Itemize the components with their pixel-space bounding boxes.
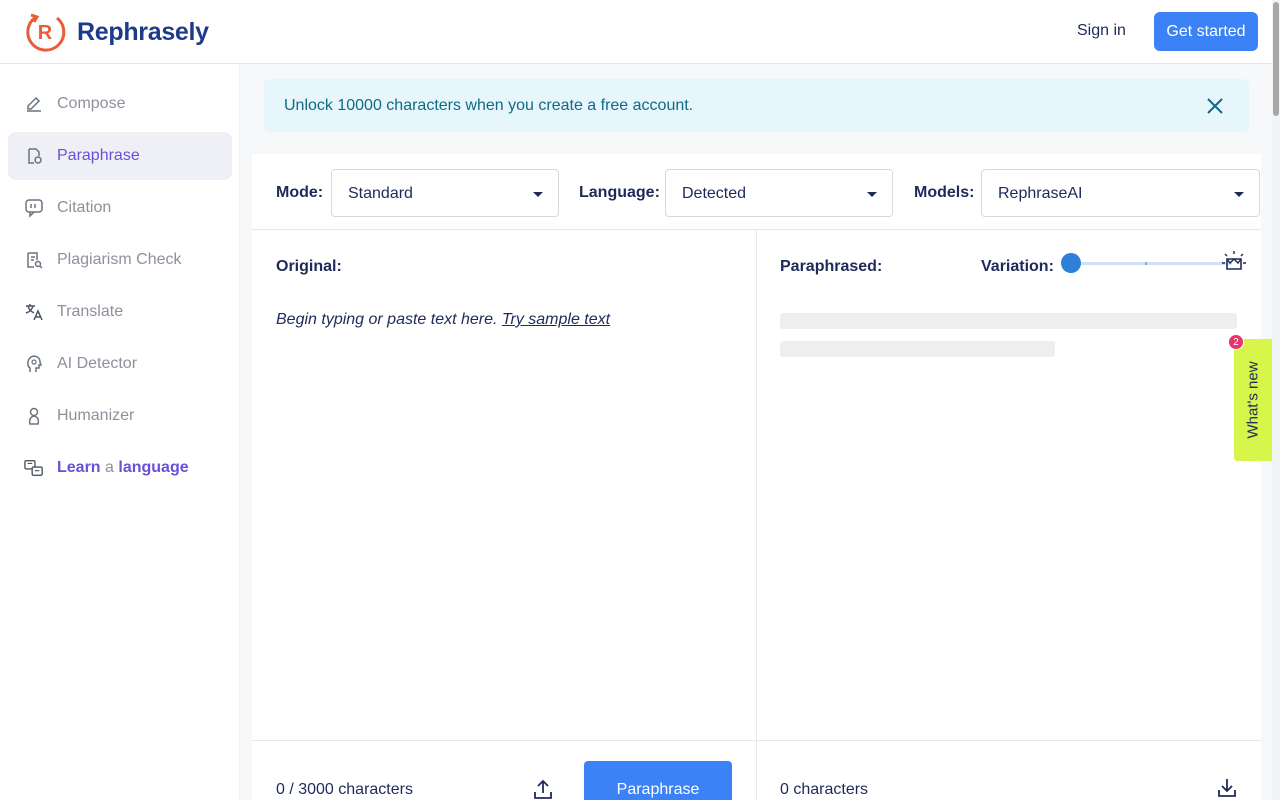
sidebar-item-translate[interactable]: Translate: [8, 288, 232, 336]
models-value: RephraseAI: [998, 185, 1083, 202]
footer-divider: [252, 740, 1261, 741]
sidebar: Compose Paraphrase Citation Plagiarism C…: [0, 64, 240, 800]
variation-label: Variation:: [981, 258, 1054, 275]
mode-select[interactable]: Standard: [331, 169, 559, 217]
get-started-button[interactable]: Get started: [1154, 12, 1258, 51]
sidebar-item-plagiarism-check[interactable]: Plagiarism Check: [8, 236, 232, 284]
variation-slider-track[interactable]: [1072, 262, 1232, 265]
close-icon[interactable]: [1206, 97, 1224, 115]
language-cards-icon: [24, 458, 44, 478]
sidebar-item-ai-detector[interactable]: AI Detector: [8, 340, 232, 388]
sidebar-item-citation[interactable]: Citation: [8, 184, 232, 232]
download-icon[interactable]: [1217, 776, 1237, 798]
upload-icon[interactable]: [533, 778, 553, 800]
sidebar-item-label: AI Detector: [57, 355, 138, 372]
sidebar-item-humanizer[interactable]: Humanizer: [8, 392, 232, 440]
pencil-icon: [24, 94, 44, 114]
whats-new-label: What's new: [1244, 361, 1262, 439]
document-refresh-icon: [24, 146, 44, 166]
monster-icon: [1222, 251, 1246, 270]
brain-icon: [24, 354, 44, 374]
sidebar-item-compose[interactable]: Compose: [8, 80, 232, 128]
original-input[interactable]: Begin typing or paste text here. Try sam…: [276, 311, 610, 329]
models-label: Models:: [914, 184, 975, 201]
sidebar-item-learn-a-language[interactable]: Learn a language: [8, 444, 232, 492]
sidebar-item-label: Compose: [57, 95, 126, 112]
top-header: R Rephrasely Sign in Get started: [0, 0, 1280, 64]
logo[interactable]: R Rephrasely: [23, 11, 209, 53]
sidebar-item-paraphrase[interactable]: Paraphrase: [8, 132, 232, 180]
sign-in-link[interactable]: Sign in: [1077, 22, 1126, 40]
sidebar-item-label: Translate: [57, 303, 124, 320]
chevron-down-icon: [1234, 192, 1244, 197]
input-placeholder: Begin typing or paste text here.: [276, 311, 498, 328]
language-select[interactable]: Detected: [665, 169, 893, 217]
signup-banner: Unlock 10000 characters when you create …: [264, 79, 1249, 132]
editor-card: Mode: Standard Language: Detected Models…: [252, 154, 1261, 800]
logo-icon: R: [26, 13, 66, 52]
mode-label: Mode:: [276, 184, 324, 201]
sidebar-item-label: Learn a language: [57, 459, 189, 477]
person-icon: [24, 406, 44, 426]
original-title: Original:: [276, 258, 342, 275]
translate-icon: [24, 302, 44, 322]
sidebar-item-label: Humanizer: [57, 407, 135, 424]
logo-text: Rephrasely: [77, 17, 209, 46]
paraphrase-button[interactable]: Paraphrase: [584, 761, 732, 800]
loading-skeleton-line: [780, 341, 1055, 357]
logo-letter: R: [38, 22, 53, 44]
sidebar-item-label: Plagiarism Check: [57, 251, 182, 268]
paraphrased-char-count: 0 characters: [780, 781, 869, 798]
sidebar-item-label: Citation: [57, 199, 112, 216]
models-select[interactable]: RephraseAI: [981, 169, 1260, 217]
learn-word: Learn: [57, 459, 101, 476]
loading-skeleton-line: [780, 313, 1237, 329]
scrollbar-thumb[interactable]: [1273, 2, 1279, 116]
pane-divider: [756, 230, 757, 800]
mode-value: Standard: [348, 185, 413, 202]
chevron-down-icon: [533, 192, 543, 197]
try-sample-text-link[interactable]: Try sample text: [502, 311, 610, 328]
language-label: Language:: [579, 184, 660, 201]
learn-article: a: [105, 459, 114, 476]
chevron-down-icon: [867, 192, 877, 197]
notification-badge: 2: [1228, 334, 1244, 350]
variation-slider-thumb[interactable]: [1061, 253, 1081, 273]
banner-text: Unlock 10000 characters when you create …: [284, 97, 694, 114]
options-toolbar: Mode: Standard Language: Detected Models…: [252, 154, 1261, 230]
language-value: Detected: [682, 185, 747, 202]
paraphrased-title: Paraphrased:: [780, 258, 883, 275]
sidebar-item-label: Paraphrase: [57, 147, 140, 164]
original-char-count: 0 / 3000 characters: [276, 781, 413, 798]
learn-language-word: language: [118, 459, 189, 476]
page-scrollbar[interactable]: [1272, 0, 1280, 800]
quote-bubble-icon: [24, 198, 44, 218]
variation-slider-tick: [1145, 262, 1147, 265]
whats-new-tab[interactable]: What's new: [1234, 339, 1272, 461]
document-search-icon: [24, 250, 44, 270]
